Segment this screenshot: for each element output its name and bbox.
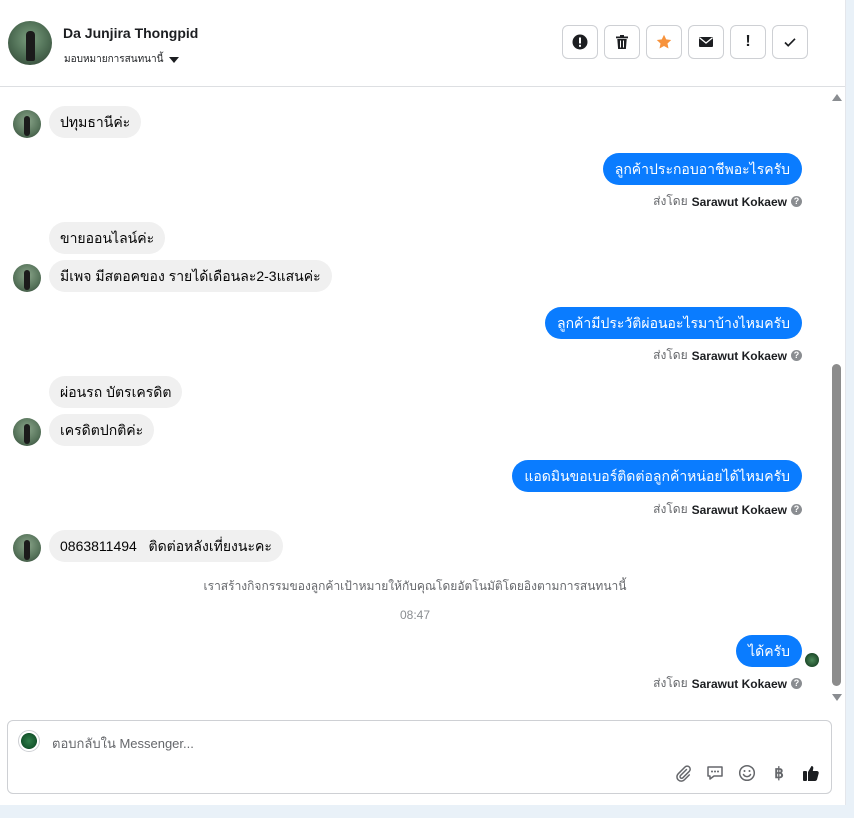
thumbs-up-icon [803, 766, 819, 781]
incoming-message[interactable]: ปทุมธานีค่ะ [49, 106, 142, 138]
mark-unread-button[interactable] [688, 25, 724, 59]
mark-spam-button[interactable] [562, 25, 598, 59]
sent-by-agent[interactable]: Sarawut Kokaew [692, 503, 787, 517]
seen-avatar-icon [805, 653, 819, 667]
like-button[interactable] [801, 763, 821, 783]
contact-name[interactable]: Da Junjira Thongpid [63, 25, 198, 41]
emoji-button[interactable] [737, 763, 757, 783]
emoji-icon [738, 764, 756, 782]
help-icon[interactable]: ? [791, 196, 802, 207]
sent-by-agent[interactable]: Sarawut Kokaew [692, 349, 787, 363]
saved-replies-button[interactable] [705, 763, 725, 783]
help-icon[interactable]: ? [791, 678, 802, 689]
sender-avatar [13, 264, 41, 292]
sent-by-line: ส่งโดย Sarawut Kokaew ? [653, 500, 802, 519]
chevron-down-icon [169, 56, 180, 63]
saved-reply-icon [707, 766, 723, 780]
star-icon [656, 34, 672, 49]
sent-by-agent[interactable]: Sarawut Kokaew [692, 195, 787, 209]
sender-avatar [13, 534, 41, 562]
delete-button[interactable] [604, 25, 640, 59]
sent-by-line: ส่งโดย Sarawut Kokaew ? [653, 674, 802, 693]
sent-by-prefix: ส่งโดย [653, 676, 688, 690]
outgoing-message[interactable]: ลูกค้าประกอบอาชีพอะไรครับ [602, 153, 802, 185]
outgoing-message[interactable]: แอดมินขอเบอร์ติดต่อลูกค้าหน่อยได้ไหมครับ [512, 460, 802, 492]
conversation-panel: Da Junjira Thongpid มอบหมายการสนทนานี้ ! [0, 0, 846, 805]
page-avatar [18, 730, 40, 752]
mark-done-button[interactable] [772, 25, 808, 59]
attach-button[interactable] [673, 763, 693, 783]
scroll-down-arrow-icon[interactable] [832, 694, 842, 701]
attachment-icon [676, 765, 691, 782]
sender-avatar [13, 418, 41, 446]
mail-icon [699, 37, 713, 47]
trash-icon [616, 35, 628, 49]
exclamation-icon: ! [745, 33, 751, 50]
contact-avatar[interactable] [8, 21, 52, 65]
baht-icon: ฿ [774, 765, 784, 782]
assign-label: มอบหมายการสนทนานี้ [64, 54, 164, 65]
message-list: ปทุมธานีค่ะ ลูกค้าประกอบอาชีพอะไรครับ ส่… [0, 87, 830, 707]
incoming-message[interactable]: ขายออนไลน์ค่ะ [49, 222, 166, 254]
alert-circle-icon [572, 34, 588, 50]
outgoing-message[interactable]: ลูกค้ามีประวัติผ่อนอะไรมาบ้างไหมครับ [544, 307, 802, 339]
incoming-message[interactable]: 0863811494 ติดต่อหลังเที่ยงนะคะ [49, 530, 283, 562]
sent-by-line: ส่งโดย Sarawut Kokaew ? [653, 192, 802, 211]
reply-input[interactable] [50, 731, 754, 755]
sent-by-agent[interactable]: Sarawut Kokaew [692, 677, 787, 691]
scrollbar-thumb[interactable] [832, 364, 841, 686]
payment-button[interactable]: ฿ [769, 763, 789, 783]
header-toolbar: ! [562, 25, 808, 59]
composer-tools: ฿ [673, 763, 821, 783]
incoming-message[interactable]: เครดิตปกติค่ะ [49, 414, 155, 446]
sent-by-line: ส่งโดย Sarawut Kokaew ? [653, 346, 802, 365]
help-icon[interactable]: ? [791, 350, 802, 361]
reply-composer: ฿ [7, 720, 832, 794]
scroll-up-arrow-icon[interactable] [832, 94, 842, 101]
outgoing-message[interactable]: ได้ครับ [736, 635, 802, 667]
follow-up-button[interactable]: ! [730, 25, 766, 59]
system-note: เราสร้างกิจกรรมของลูกค้าเป้าหมายให้กับคุ… [203, 579, 627, 593]
incoming-message[interactable]: ผ่อนรถ บัตรเครดิต [49, 376, 183, 408]
sent-by-prefix: ส่งโดย [653, 502, 688, 516]
assign-conversation-dropdown[interactable]: มอบหมายการสนทนานี้ [64, 52, 180, 67]
conversation-header: Da Junjira Thongpid มอบหมายการสนทนานี้ ! [0, 0, 845, 87]
sent-by-prefix: ส่งโดย [653, 348, 688, 362]
sent-by-prefix: ส่งโดย [653, 194, 688, 208]
star-button[interactable] [646, 25, 682, 59]
message-scrollbar[interactable] [830, 88, 844, 708]
help-icon[interactable]: ? [791, 504, 802, 515]
timestamp: 08:47 [399, 608, 431, 622]
checkmark-icon [784, 38, 796, 47]
sender-avatar [13, 110, 41, 138]
incoming-message[interactable]: มีเพจ มีสตอคของ รายได้เดือนละ2-3แสนค่ะ [49, 260, 332, 292]
